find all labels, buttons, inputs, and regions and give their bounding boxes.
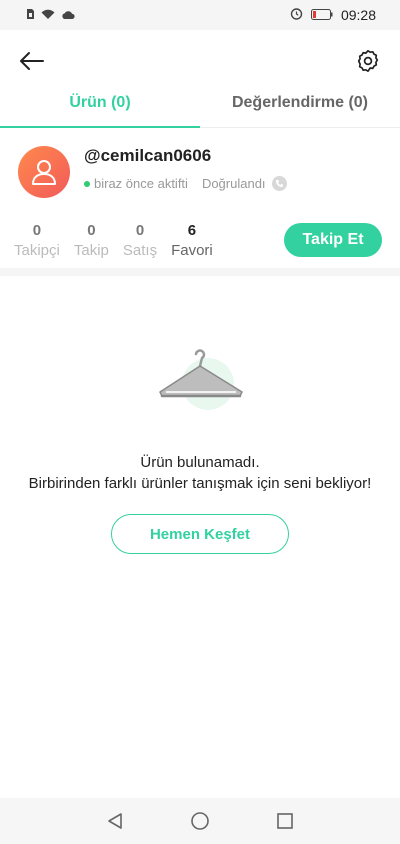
user-icon bbox=[32, 160, 56, 185]
recents-square-icon[interactable] bbox=[276, 812, 294, 830]
stat-value: 0 bbox=[87, 221, 96, 239]
alarm-icon bbox=[290, 7, 303, 23]
stat-label: Takip bbox=[73, 241, 109, 259]
stat-label: Satış bbox=[122, 241, 158, 259]
stat-label: Takipçi bbox=[14, 241, 60, 259]
follow-button[interactable]: Takip Et bbox=[284, 223, 382, 257]
section-divider bbox=[0, 268, 400, 276]
back-triangle-icon[interactable] bbox=[106, 812, 124, 830]
username: @cemilcan0606 bbox=[84, 146, 212, 165]
profile-page: 09:28 Ürün (0) Değerlendirme (0) @cemilc bbox=[0, 0, 400, 844]
top-bar bbox=[0, 30, 400, 92]
empty-title: Ürün bulunamadı. bbox=[140, 454, 260, 471]
online-dot-icon bbox=[84, 180, 90, 187]
stat-value: 6 bbox=[187, 221, 197, 239]
tab-products[interactable]: Ürün (0) bbox=[0, 92, 200, 127]
stat-value: 0 bbox=[32, 221, 42, 239]
clock-time: 09:28 bbox=[340, 7, 376, 23]
home-circle-icon[interactable] bbox=[190, 811, 210, 831]
sim-icon bbox=[26, 7, 35, 23]
status-bar: 09:28 bbox=[0, 0, 400, 30]
stat-value: 0 bbox=[135, 221, 145, 239]
arrow-left-icon bbox=[20, 52, 44, 70]
stats-row: 0 Takipçi 0 Takip 0 Satış 6 Favori Takip… bbox=[0, 198, 400, 260]
stat-followers[interactable]: 0 Takipçi bbox=[14, 222, 60, 259]
tab-reviews[interactable]: Değerlendirme (0) bbox=[200, 92, 400, 127]
verified-label: Doğrulandı bbox=[201, 176, 266, 191]
settings-button[interactable] bbox=[352, 45, 384, 77]
stat-sales[interactable]: 0 Satış bbox=[123, 222, 157, 259]
wifi-icon bbox=[41, 7, 55, 23]
back-button[interactable] bbox=[16, 45, 48, 77]
explore-button[interactable]: Hemen Keşfet bbox=[111, 514, 289, 554]
empty-subtitle: Birbirinden farklı ürünler tanışmak için… bbox=[28, 475, 372, 492]
tab-indicator bbox=[0, 126, 200, 128]
tab-bar: Ürün (0) Değerlendirme (0) bbox=[0, 92, 400, 128]
stat-label: Favori bbox=[171, 241, 213, 259]
avatar[interactable] bbox=[18, 146, 70, 198]
empty-state: Ürün bulunamadı. Birbirinden farklı ürün… bbox=[0, 276, 400, 554]
profile-header: @cemilcan0606 biraz önce aktifti Doğrula… bbox=[0, 128, 400, 198]
cloud-icon bbox=[61, 7, 75, 23]
hanger-illustration-icon bbox=[140, 346, 260, 416]
activity-status: biraz önce aktifti bbox=[94, 176, 188, 191]
phone-icon bbox=[271, 176, 287, 191]
stat-following[interactable]: 0 Takip bbox=[74, 222, 109, 259]
system-nav-bar bbox=[0, 798, 400, 844]
gear-icon bbox=[357, 49, 379, 73]
battery-icon bbox=[310, 7, 333, 23]
stat-favorites[interactable]: 6 Favori bbox=[171, 222, 213, 259]
